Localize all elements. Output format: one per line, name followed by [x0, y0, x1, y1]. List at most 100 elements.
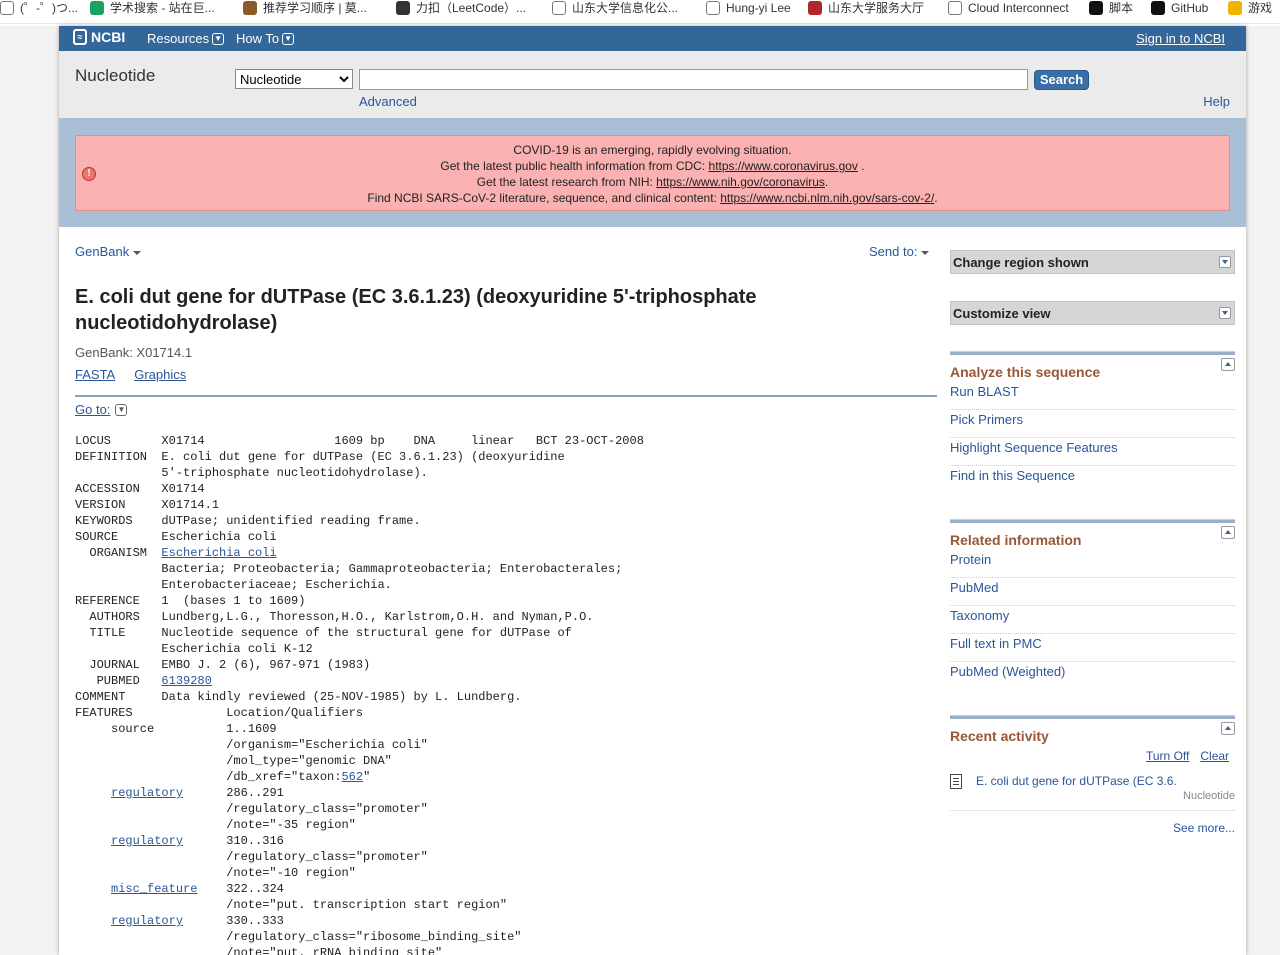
ncbi-top-bar: ≈ NCBI Resources ▼ How To ▼ Sign in to N… — [59, 26, 1246, 51]
flatfile-text: Escherichia coli K-12 — [75, 642, 313, 656]
flatfile-link[interactable]: regulatory — [111, 914, 183, 928]
bookmark-item[interactable]: 游戏 — [1228, 0, 1273, 23]
related-pubmed-weighted-link[interactable]: PubMed (Weighted) — [950, 662, 1235, 690]
bookmark-item[interactable]: 山东大学服务大厅 — [808, 0, 925, 23]
ncbi-logo[interactable]: ≈ NCBI — [73, 29, 125, 45]
collapse-icon[interactable] — [1221, 722, 1235, 735]
bookmark-item[interactable]: 脚本 — [1089, 0, 1134, 23]
mofan-icon — [243, 1, 257, 15]
goto-menu[interactable]: Go to: ▼ — [75, 402, 128, 417]
flatfile-line: regulatory 310..316 — [75, 833, 644, 849]
flatfile-line: COMMENT Data kindly reviewed (25-NOV-198… — [75, 689, 644, 705]
flatfile-text: LOCUS X01714 1609 bp DNA linear BCT 23-O… — [75, 434, 644, 448]
chevron-down-icon: ▼ — [282, 32, 295, 45]
ncbi-logo-icon: ≈ — [73, 29, 87, 45]
bookmark-item[interactable]: Hung-yi Lee — [706, 0, 791, 23]
advanced-search-link[interactable]: Advanced — [359, 94, 417, 109]
change-region-toggle[interactable]: Change region shown — [950, 250, 1235, 274]
search-input[interactable] — [359, 69, 1028, 90]
flatfile-text: AUTHORS Lundberg,L.G., Thoresson,H.O., K… — [75, 610, 594, 624]
goto-link[interactable]: Go to: — [75, 402, 110, 417]
bookmark-label: 山东大学服务大厅 — [828, 1, 925, 15]
related-protein-link[interactable]: Protein — [950, 550, 1235, 578]
flatfile-text: 330..333 — [183, 914, 284, 928]
collapse-icon[interactable] — [1221, 358, 1235, 371]
help-link[interactable]: Help — [1203, 94, 1230, 109]
flatfile-text: ORGANISM — [75, 546, 162, 560]
related-pubmed-link[interactable]: PubMed — [950, 578, 1235, 606]
bookmark-label: 学术搜索 - 站在巨... — [110, 1, 215, 15]
bookmark-item[interactable]: GitHub — [1151, 0, 1209, 23]
customize-view-toggle[interactable]: Customize view — [950, 301, 1235, 325]
flatfile-link[interactable]: Escherichia coli — [161, 546, 276, 560]
flatfile-text: Bacteria; Proteobacteria; Gammaproteobac… — [75, 562, 623, 576]
cdc-link[interactable]: https://www.coronavirus.gov — [709, 159, 858, 173]
howto-menu[interactable]: How To ▼ — [236, 31, 295, 46]
search-button[interactable]: Search — [1034, 70, 1089, 90]
format-menu[interactable]: GenBank — [75, 244, 142, 259]
related-taxonomy-link[interactable]: Taxonomy — [950, 606, 1235, 634]
bookmark-label: 推荐学习顺序 | 莫... — [263, 1, 367, 15]
sign-in-link[interactable]: Sign in to NCBI — [1136, 31, 1225, 46]
script-icon — [1089, 1, 1103, 15]
recent-activity-item[interactable]: E. coli dut gene for dUTPase (EC 3.6.1.2… — [950, 771, 1235, 811]
flatfile-text: 322..324 — [197, 882, 284, 896]
see-more-link[interactable]: See more... — [1173, 821, 1235, 835]
find-in-sequence-link[interactable]: Find in this Sequence — [950, 466, 1235, 494]
flatfile-link[interactable]: regulatory — [111, 834, 183, 848]
caret-down-icon — [133, 250, 142, 255]
flatfile-text: REFERENCE 1 (bases 1 to 1609) — [75, 594, 306, 608]
portlet-bar — [950, 715, 1235, 719]
flatfile-text: /organism="Escherichia coli" — [75, 738, 428, 752]
collapse-icon[interactable] — [1221, 526, 1235, 539]
database-select[interactable]: Nucleotide — [235, 69, 353, 89]
flatfile-link[interactable]: 562 — [341, 770, 363, 784]
send-to-menu[interactable]: Send to: — [869, 244, 930, 259]
flatfile-link[interactable]: misc_feature — [111, 882, 197, 896]
flatfile-link[interactable]: regulatory — [111, 786, 183, 800]
nih-link[interactable]: https://www.nih.gov/coronavirus — [656, 175, 825, 189]
flatfile-link[interactable]: 6139280 — [161, 674, 211, 688]
recent-activity-portlet: Recent activity — [950, 715, 1235, 746]
chevron-down-icon: ▼ — [212, 32, 225, 45]
bookmark-item[interactable]: 学术搜索 - 站在巨... — [90, 0, 215, 23]
flatfile-line: regulatory 286..291 — [75, 785, 644, 801]
bookmark-item[interactable]: Cloud Interconnect — [948, 0, 1069, 23]
flatfile-line: LOCUS X01714 1609 bp DNA linear BCT 23-O… — [75, 433, 644, 449]
flatfile-text: VERSION X01714.1 — [75, 498, 220, 512]
bookmark-label: (゜-゜)つ... — [20, 1, 78, 15]
flatfile-text: /note="put. transcription start region" — [75, 898, 508, 912]
flatfile-text: 310..316 — [183, 834, 284, 848]
flatfile-line: regulatory 330..333 — [75, 913, 644, 929]
flatfile-line: Escherichia coli K-12 — [75, 641, 644, 657]
bookmark-label: GitHub — [1171, 1, 1209, 15]
leetcode-icon — [396, 1, 410, 15]
pick-primers-link[interactable]: Pick Primers — [950, 410, 1235, 438]
flatfile-line: source 1..1609 — [75, 721, 644, 737]
related-pmc-link[interactable]: Full text in PMC — [950, 634, 1235, 662]
turn-off-link[interactable]: Turn Off — [1146, 749, 1189, 763]
warning-icon: ! — [82, 167, 96, 181]
bookmark-item[interactable]: 山东大学信息化公... — [552, 0, 678, 23]
bookmark-item[interactable]: 推荐学习顺序 | 莫... — [243, 0, 367, 23]
flatfile-text: /regulatory_class="promoter" — [75, 850, 428, 864]
bookmark-item[interactable]: (゜-゜)つ... — [0, 0, 78, 23]
bookmark-item[interactable]: 力扣（LeetCode）... — [396, 0, 526, 23]
flatfile-line: Enterobacteriaceae; Escherichia. — [75, 577, 644, 593]
sars-cov-2-link[interactable]: https://www.ncbi.nlm.nih.gov/sars-cov-2/ — [720, 191, 934, 205]
run-blast-link[interactable]: Run BLAST — [950, 382, 1235, 410]
page-gutter-left — [0, 26, 59, 955]
covid-line-3: Get the latest research from NIH: https:… — [476, 175, 829, 189]
resources-menu[interactable]: Resources ▼ — [147, 31, 225, 46]
recent-item-title[interactable]: E. coli dut gene for dUTPase (EC 3.6.1.2… — [976, 773, 1176, 789]
recent-activity-controls: Turn Off Clear — [1146, 749, 1229, 763]
highlight-features-link[interactable]: Highlight Sequence Features — [950, 438, 1235, 466]
bookmark-label: 游戏 — [1248, 1, 1273, 15]
fasta-link[interactable]: FASTA — [75, 367, 115, 382]
bookmark-label: 脚本 — [1109, 1, 1134, 15]
clear-link[interactable]: Clear — [1200, 749, 1229, 763]
flatfile-line: /regulatory_class="ribosome_binding_site… — [75, 929, 644, 945]
flatfile-line: JOURNAL EMBO J. 2 (6), 967-971 (1983) — [75, 657, 644, 673]
graphics-link[interactable]: Graphics — [134, 367, 186, 382]
flatfile-line: PUBMED 6139280 — [75, 673, 644, 689]
